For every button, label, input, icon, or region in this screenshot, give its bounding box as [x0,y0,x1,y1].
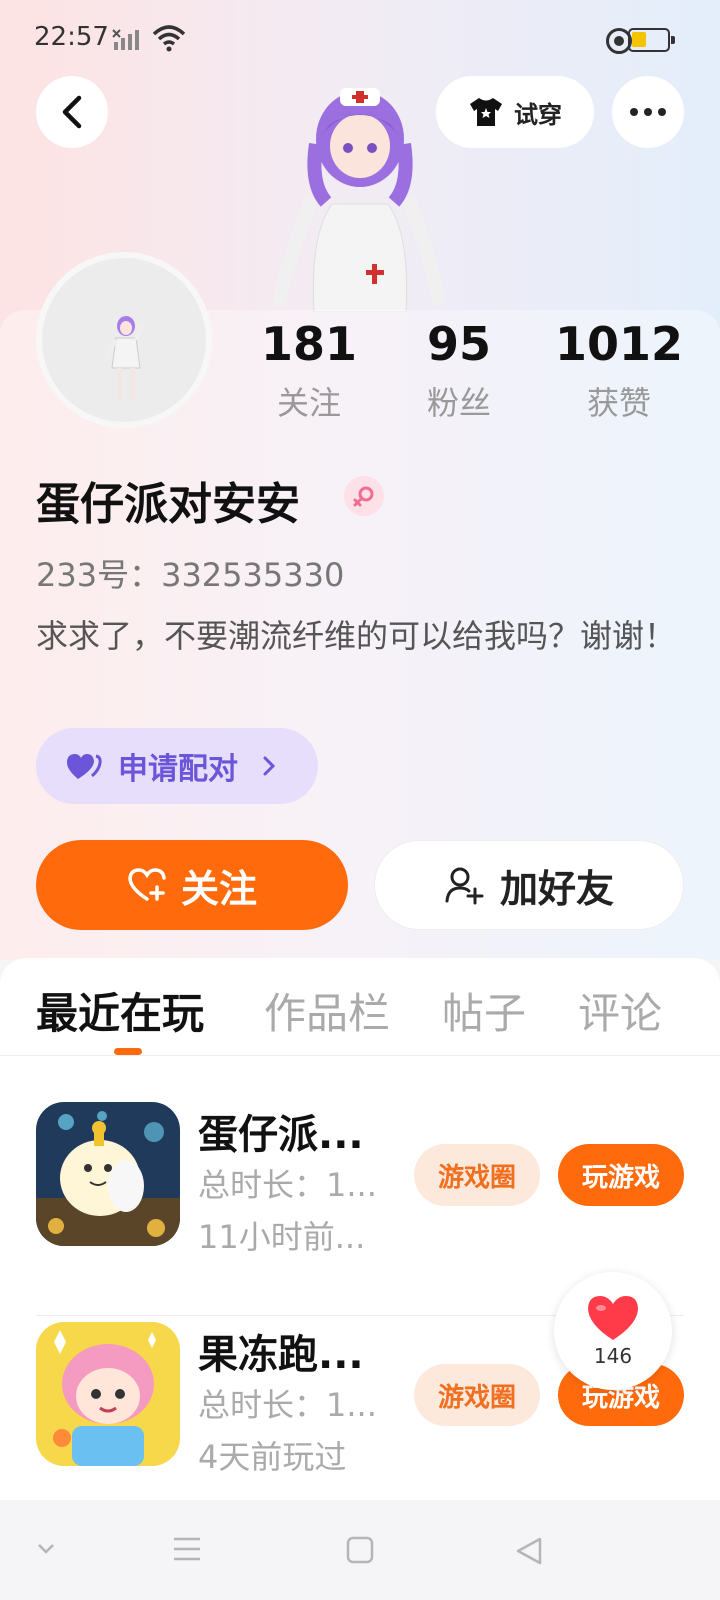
active-tab-indicator [114,1048,142,1055]
game-icon[interactable] [36,1322,180,1466]
wifi-icon [152,25,186,52]
add-friend-button[interactable]: 加好友 [374,840,684,930]
game-last-played: 11小时前... [198,1218,366,1256]
back-button[interactable] [36,76,108,148]
heart-icon [588,1296,638,1340]
tab-posts[interactable]: 帖子 [442,980,526,1041]
like-button[interactable]: 146 [554,1272,672,1390]
game-title: 果冻跑... [198,1332,364,1378]
gender-badge [344,476,384,516]
game-playtime: 总时长：1... [198,1166,377,1204]
status-bar: 22:57 [0,0,720,80]
try-on-button[interactable]: 试穿 [436,76,594,148]
shirt-icon [470,98,502,126]
heart-pair-icon [66,754,102,779]
nav-home-icon[interactable] [346,1536,374,1564]
back-icon [62,95,82,129]
signal-icon [112,29,139,50]
stat-following[interactable]: 181 关注 [234,316,384,424]
game-icon[interactable] [36,1102,180,1246]
nav-back-icon[interactable] [514,1536,544,1566]
nav-menu-icon[interactable] [172,1536,202,1562]
stat-value: 181 [260,317,358,371]
stat-label: 关注 [276,384,341,422]
stat-followers[interactable]: 95 粉丝 [384,316,534,424]
like-count: 146 [593,1344,633,1368]
avatar[interactable] [36,252,212,428]
chevron-right-icon [263,756,276,776]
stat-label: 粉丝 [426,384,491,422]
bio: 求求了，不要潮流纤维的可以给我吗？谢谢！ [36,617,677,655]
system-nav-bar [0,1500,720,1600]
nickname: 蛋仔派对安安 [36,479,300,530]
status-time: 22:57 [34,22,109,52]
more-button[interactable] [612,76,684,148]
more-icon [630,108,666,116]
avatar-figure [104,316,144,400]
add-user-icon [445,867,484,905]
stat-likes[interactable]: 1012 获赞 [544,316,694,424]
stat-value: 95 [426,317,491,371]
play-game-button[interactable]: 玩游戏 [558,1144,684,1206]
stat-label: 获赞 [586,384,651,422]
battery-icon [628,28,675,52]
game-title: 蛋仔派... [198,1112,364,1158]
request-pair-label: 申请配对 [118,752,238,787]
tab-bar: 最近在玩 作品栏 帖子 评论 [0,958,720,1056]
tab-comments[interactable]: 评论 [578,980,662,1041]
stat-value: 1012 [554,317,684,371]
user-id: 233号：332535330 [36,556,345,594]
try-on-label: 试穿 [514,100,562,129]
game-last-played: 4天前玩过 [198,1438,347,1476]
nav-down-icon[interactable] [36,1542,56,1556]
heart-plus-icon [128,868,166,901]
follow-label: 关注 [180,866,257,911]
add-friend-label: 加好友 [499,866,614,911]
tab-recent-playing[interactable]: 最近在玩 [36,980,204,1041]
character-avatar-3d [273,88,445,312]
game-circle-button[interactable]: 游戏圈 [414,1364,540,1426]
follow-button[interactable]: 关注 [36,840,348,930]
content-section: 最近在玩 作品栏 帖子 评论 蛋仔派... 总时长：1... 11小时前... … [0,958,720,1500]
female-icon [353,486,374,507]
game-circle-button[interactable]: 游戏圈 [414,1144,540,1206]
tab-works[interactable]: 作品栏 [264,980,390,1041]
request-pair-button[interactable]: 申请配对 [36,728,318,804]
game-playtime: 总时长：1... [198,1386,377,1424]
